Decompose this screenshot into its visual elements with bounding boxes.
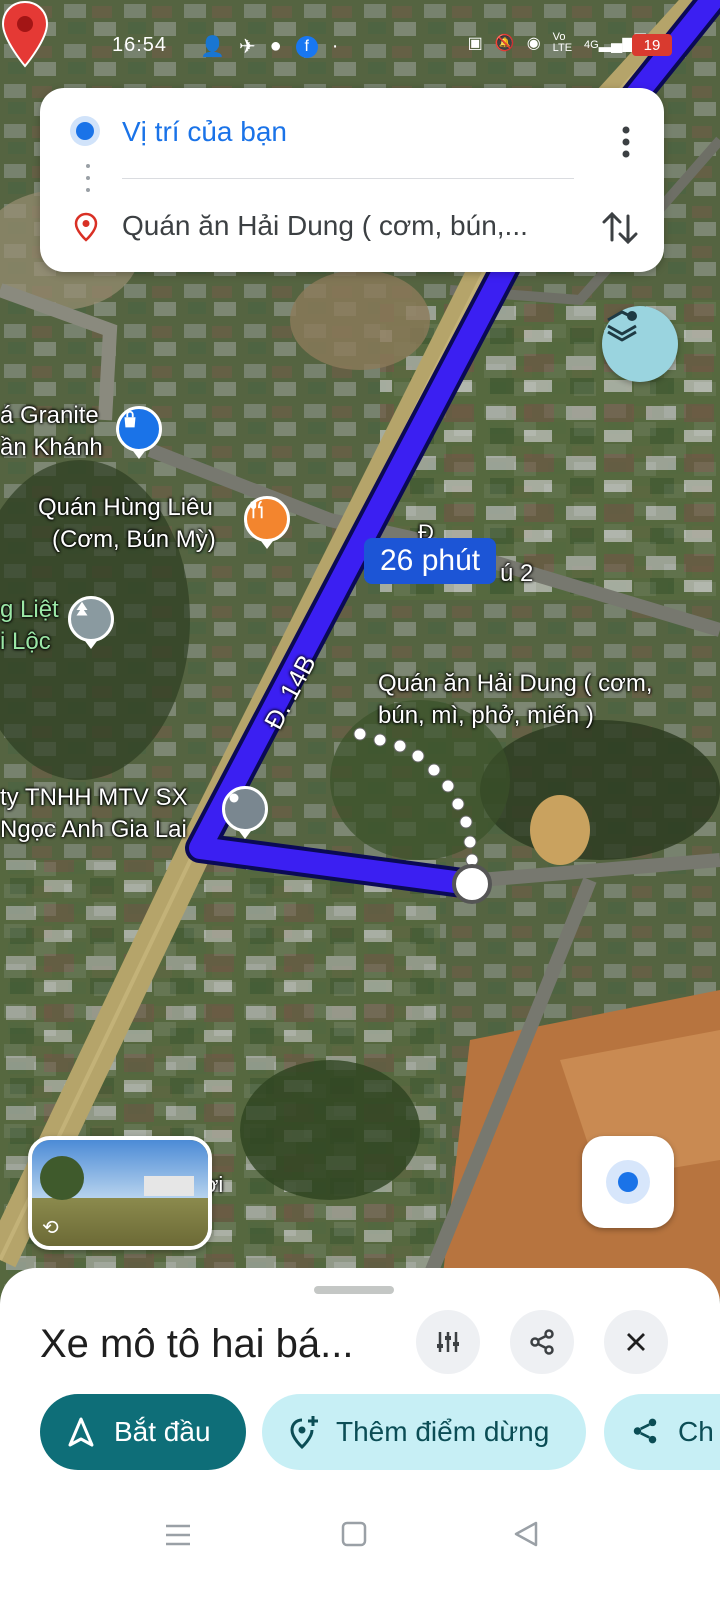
destination-pin-small-icon [74,212,98,242]
route-end-point [452,864,492,904]
poi-label-hung-lieu-2: (Cơm, Bún Mỳ) [52,526,216,553]
poi-label-company: ty TNHH MTV SX [0,784,188,811]
street-label-2: ú 2 [500,560,534,587]
system-nav-bar [0,1490,720,1600]
location-status-icon: ◉ [526,35,541,52]
share-button[interactable] [510,1310,574,1374]
layers-button[interactable] [602,306,678,382]
start-navigation-button[interactable]: Bắt đầu [40,1394,246,1470]
navigation-arrow-icon [68,1417,94,1447]
route-duration-badge[interactable]: 26 phút [364,538,497,584]
swap-directions-icon[interactable] [600,206,640,250]
share-chip-button[interactable]: Ch [604,1394,720,1470]
destination-field[interactable]: Quán ăn Hải Dung ( cơm, bún,... [40,196,664,256]
destination-map-label: Quán ăn Hải Dung ( cơm, bún, mì, phở, mi… [378,670,653,729]
destination-text: Quán ăn Hải Dung ( cơm, bún,... [122,210,528,241]
travel-mode-title: Xe mô tô hai bá... [40,1322,354,1366]
directions-bottom-sheet: Xe mô tô hai bá... Bắt đầu Thêm điểm dừn… [0,1268,720,1600]
add-location-icon [290,1416,318,1450]
poi-label-granite-2: ần Khánh [0,434,103,461]
street-view-thumbnail[interactable]: ⟲ [28,1136,212,1250]
sheet-drag-handle[interactable] [314,1286,394,1294]
poi-shopping-icon[interactable] [116,406,162,459]
origin-dot-icon [76,122,94,140]
my-location-button[interactable] [582,1136,674,1228]
notification-icon: ✈ [238,36,256,58]
poi-park-icon[interactable] [68,596,114,649]
poi-restaurant-icon[interactable] [244,496,290,549]
person-icon: 👤 [200,36,225,58]
app-icon: ● [269,35,282,57]
close-icon [627,1333,645,1351]
my-location-icon [618,1172,638,1192]
facebook-icon: f [295,35,318,58]
directions-card: Vị trí của bạn Quán ăn Hải Dung ( cơm, b… [40,88,664,272]
nfc-icon: ▣ [467,35,483,52]
add-stop-button[interactable]: Thêm điểm dừng [262,1394,586,1470]
route-connector-dots [86,164,90,194]
layers-icon [607,310,637,342]
dot-icon: · [331,35,339,57]
poi-label-granite: á Granite [0,402,99,429]
status-time: 16:54 [112,34,168,56]
poi-company-icon[interactable] [222,786,268,839]
share-chip-icon [633,1418,657,1444]
rotate-360-icon: ⟲ [42,1217,59,1239]
route-options-button[interactable] [416,1310,480,1374]
poi-label-liet: g Liệt [0,596,59,623]
recents-menu-icon[interactable] [164,1522,192,1548]
field-divider [122,178,574,179]
more-options-icon[interactable] [614,122,638,162]
mute-icon: 🔕 [494,35,515,52]
origin-text: Vị trí của bạn [122,116,287,147]
back-triangle-icon[interactable] [512,1520,540,1548]
home-square-icon[interactable] [340,1520,368,1548]
poi-label-liet-2: i Lộc [0,628,51,655]
add-stop-label: Thêm điểm dừng [336,1416,550,1447]
poi-label-company-2: Ngọc Anh Gia Lai [0,816,187,843]
origin-field[interactable]: Vị trí của bạn [40,102,664,162]
volte-icon: Vo LTE [552,31,573,54]
close-button[interactable] [604,1310,668,1374]
share-icon [530,1329,554,1355]
tune-icon [437,1332,459,1352]
status-bar: 16:54 👤 ✈ ● f · ▣ 🔕 ◉ Vo LTE 4G▂▄▆█ 19 [0,28,720,68]
poi-label-hung-lieu: Quán Hùng Liêu [38,494,213,521]
start-label: Bắt đầu [114,1416,211,1447]
share-chip-label: Ch [678,1416,714,1447]
battery-icon: 19 [632,34,672,56]
